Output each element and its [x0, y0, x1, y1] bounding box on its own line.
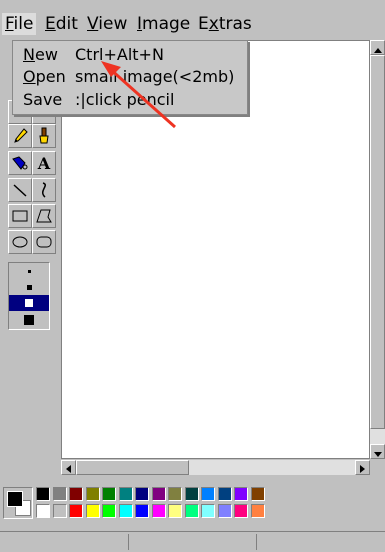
status-divider	[128, 534, 129, 550]
menu-extras-prefix: E	[198, 14, 209, 34]
color-swatch[interactable]	[234, 504, 248, 518]
polygon-tool[interactable]	[32, 204, 56, 228]
menu-view-label: iew	[98, 14, 128, 34]
airbrush-icon	[11, 155, 29, 171]
menu-file-mnemonic: F	[5, 14, 14, 34]
color-swatch[interactable]	[250, 487, 265, 501]
line-tool[interactable]	[8, 178, 32, 202]
color-swatch[interactable]	[135, 504, 149, 518]
pencil-tool[interactable]	[8, 124, 32, 148]
menu-extras[interactable]: Extras	[198, 13, 252, 35]
menu-edit-label: dit	[55, 14, 78, 34]
text-tool[interactable]: A	[32, 151, 56, 175]
color-palette	[0, 481, 385, 529]
color-swatch[interactable]	[135, 487, 149, 501]
color-swatch[interactable]	[52, 504, 67, 518]
size-option-1[interactable]	[9, 263, 49, 279]
color-swatch[interactable]	[36, 487, 50, 501]
menu-view-mnemonic: V	[87, 14, 99, 34]
color-swatch[interactable]	[85, 487, 100, 501]
color-swatch[interactable]	[234, 487, 248, 501]
ellipse-icon	[11, 235, 29, 249]
menu-view[interactable]: View	[87, 13, 127, 35]
color-swatch[interactable]	[184, 487, 199, 501]
color-swatch[interactable]	[184, 504, 199, 518]
menu-image[interactable]: Image	[137, 13, 190, 35]
vertical-scrollbar[interactable]	[370, 40, 385, 459]
curve-icon	[36, 181, 52, 199]
scroll-down-button[interactable]	[370, 444, 385, 459]
menu-item-new-label: New	[23, 45, 58, 64]
scroll-up-button[interactable]	[370, 40, 385, 55]
color-swatch[interactable]	[201, 487, 215, 501]
color-swatch[interactable]	[85, 504, 100, 518]
color-swatch[interactable]	[250, 504, 265, 518]
text-icon: A	[37, 153, 51, 173]
vertical-scroll-thumb[interactable]	[370, 55, 385, 429]
brush-size-box	[8, 262, 50, 330]
horizontal-scroll-thumb[interactable]	[76, 460, 189, 475]
scroll-left-button[interactable]	[61, 460, 76, 475]
color-swatch[interactable]	[217, 504, 232, 518]
color-swatch[interactable]	[52, 487, 67, 501]
arrow-right-icon	[360, 458, 365, 477]
color-swatch[interactable]	[168, 504, 182, 518]
color-swatch[interactable]	[118, 504, 133, 518]
current-colors[interactable]	[3, 487, 33, 519]
color-swatch[interactable]	[69, 487, 83, 501]
brush-icon	[36, 127, 52, 145]
brush-tool[interactable]	[32, 124, 56, 148]
menu-edit-mnemonic: E	[45, 14, 56, 34]
color-swatch[interactable]	[102, 504, 116, 518]
rounded-rectangle-icon	[35, 235, 53, 249]
menu-file-label: ile	[13, 14, 34, 34]
size-option-2[interactable]	[9, 279, 49, 295]
color-swatch[interactable]	[36, 504, 50, 518]
menu-item-open-label: Open	[23, 67, 66, 86]
curve-tool[interactable]	[32, 178, 56, 202]
menu-extras-mnemonic: x	[208, 14, 219, 34]
rectangle-icon	[11, 209, 29, 223]
menu-extras-label: tras	[218, 14, 252, 34]
menu-bar: File Edit View Image Extras	[0, 0, 385, 40]
size-option-4[interactable]	[9, 312, 49, 328]
polygon-icon	[35, 208, 53, 224]
ellipse-tool[interactable]	[8, 230, 32, 254]
color-swatch[interactable]	[118, 487, 133, 501]
menu-item-save-label: Save	[23, 90, 63, 109]
horizontal-scrollbar[interactable]	[61, 460, 370, 475]
size-option-3[interactable]	[9, 295, 49, 311]
arrow-down-icon	[373, 442, 382, 461]
foreground-color[interactable]	[7, 491, 23, 507]
color-swatch[interactable]	[151, 487, 166, 501]
rounded-rectangle-tool[interactable]	[32, 230, 56, 254]
arrow-left-icon	[66, 458, 71, 477]
annotation-arrow	[101, 61, 176, 129]
color-swatch[interactable]	[217, 487, 232, 501]
status-divider	[256, 534, 257, 550]
rectangle-tool[interactable]	[8, 204, 32, 228]
color-swatch[interactable]	[102, 487, 116, 501]
color-swatch[interactable]	[69, 504, 83, 518]
pencil-icon	[12, 127, 28, 145]
menu-edit[interactable]: Edit	[45, 13, 78, 35]
scroll-right-button[interactable]	[355, 460, 370, 475]
color-swatch[interactable]	[151, 504, 166, 518]
airbrush-tool[interactable]	[8, 151, 32, 175]
menu-image-label: mage	[142, 14, 191, 34]
menu-file[interactable]: File	[2, 13, 37, 35]
status-bar	[0, 531, 385, 552]
color-swatch[interactable]	[201, 504, 215, 518]
line-icon	[12, 182, 28, 198]
color-swatch[interactable]	[168, 487, 182, 501]
